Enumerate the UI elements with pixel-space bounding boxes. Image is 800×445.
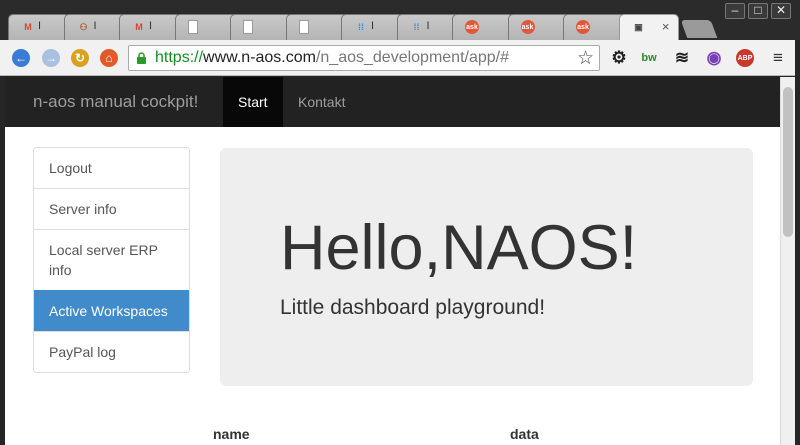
tab-title (260, 20, 286, 34)
browser-toolbar: ← → ↻ ⌂ https://www.n-aos.com/n_aos_deve… (0, 40, 800, 76)
sidebar-item-paypal-log[interactable]: PayPal log (34, 331, 189, 372)
page-icon: ▣ (634, 21, 643, 32)
top-navbar: n-aos manual cockpit! Start Kontakt (5, 77, 780, 127)
ask-icon: ask (465, 20, 479, 34)
maximize-button[interactable]: □ (748, 3, 768, 19)
forward-arrow-icon[interactable]: → (42, 49, 60, 67)
menu-icon[interactable]: ≡ (769, 48, 787, 67)
browser-tab[interactable]: ask (563, 14, 625, 40)
back-arrow-icon[interactable]: ← (12, 49, 30, 67)
browser-tab[interactable]: ⁞⁞ I (396, 14, 459, 40)
scrollbar-thumb[interactable] (783, 87, 793, 237)
tab-title: I (38, 20, 42, 32)
minimize-button[interactable]: – (725, 3, 745, 19)
nav-kontakt[interactable]: Kontakt (283, 77, 360, 127)
tab-title: I (149, 20, 153, 32)
tab-title (205, 20, 231, 34)
reload-icon[interactable]: ↻ (71, 49, 89, 67)
address-url: https://www.n-aos.com/n_aos_development/… (155, 49, 509, 67)
address-bar[interactable]: https://www.n-aos.com/n_aos_development/… (128, 45, 600, 71)
browser-tab[interactable]: ▯ (174, 14, 237, 40)
ask-icon: ask (520, 20, 535, 34)
sidebar-item-server-info[interactable]: Server info (34, 188, 189, 229)
browser-tab[interactable]: ▯ (285, 14, 348, 40)
tab-title: I (426, 20, 430, 32)
adblock-extension-icon[interactable]: ABP (736, 49, 754, 67)
grid-dots-icon: ⁞⁞ (358, 22, 364, 32)
lock-icon (137, 52, 146, 64)
tab-title (593, 20, 619, 34)
tab-close-icon[interactable]: × (662, 19, 670, 34)
url-scheme: https:// (155, 49, 204, 66)
color-wheel-extension-icon[interactable]: ◉ (705, 48, 723, 67)
bookmark-star-icon[interactable]: ☆ (577, 47, 594, 70)
page-scrollbar[interactable] (780, 77, 795, 445)
sidebar-menu: Logout Server info Local server ERP info… (33, 147, 190, 373)
tab-title: I (371, 20, 375, 32)
gmail-icon: M (135, 22, 143, 32)
nav-start[interactable]: Start (223, 77, 283, 127)
user-icon: ⚇ (79, 21, 88, 32)
url-path: /n_aos_development/app/# (315, 49, 509, 66)
jumbotron: Hello,NAOS! Little dashboard playground! (220, 148, 753, 386)
browser-tab[interactable]: ▯ (230, 14, 292, 40)
table-header-name: name (213, 426, 250, 442)
browser-tab[interactable]: ask (507, 14, 570, 40)
browser-tab[interactable]: ⁞⁞ I (341, 14, 403, 40)
window-right-border (795, 40, 800, 445)
browser-tab[interactable]: MI (8, 14, 70, 40)
tab-title: I (93, 20, 97, 32)
jumbotron-heading: Hello,NAOS! (280, 213, 638, 283)
browser-tab[interactable]: ⚇ I (63, 14, 126, 40)
browser-tab[interactable]: ask (452, 14, 514, 40)
browser-tab[interactable]: MI (119, 14, 181, 40)
gmail-icon: M (24, 22, 32, 32)
browser-tab-strip: M I ⚇ I M I ▯ ▯ ▯ ⁞⁞ I ⁞⁞ Iask ask ask ▣ × – □ ✕ (0, 0, 800, 40)
home-icon[interactable]: ⌂ (100, 49, 118, 67)
tab-title (482, 20, 508, 34)
jumbotron-lead: Little dashboard playground! (280, 296, 546, 319)
sidebar-item-logout[interactable]: Logout (34, 148, 189, 188)
sidebar-item-active-workspaces[interactable]: Active Workspaces (34, 290, 189, 331)
settings-extension-icon[interactable]: ⚙ (610, 48, 628, 67)
layers-extension-icon[interactable]: ≋ (673, 48, 691, 67)
document-icon: ▯ (187, 20, 198, 34)
document-icon: ▯ (298, 20, 309, 34)
table-header-data: data (510, 426, 539, 442)
url-host: www.n-aos.com (203, 49, 316, 66)
bw-extension-icon[interactable]: bw (640, 49, 658, 67)
ask-icon: ask (576, 20, 590, 34)
tab-title (538, 20, 564, 34)
brand-title[interactable]: n-aos manual cockpit! (33, 92, 198, 112)
sidebar-item-local-server-erp-info[interactable]: Local server ERP info (34, 229, 189, 290)
browser-tab[interactable]: ▣ × (618, 14, 679, 40)
grid-dots-icon: ⁞⁞ (413, 22, 420, 32)
page-viewport: n-aos manual cockpit! Start Kontakt Logo… (5, 77, 780, 445)
window-close-button[interactable]: ✕ (771, 3, 791, 19)
tab-title (316, 20, 342, 34)
new-tab-button[interactable] (680, 20, 718, 38)
document-icon: ▯ (243, 20, 253, 34)
